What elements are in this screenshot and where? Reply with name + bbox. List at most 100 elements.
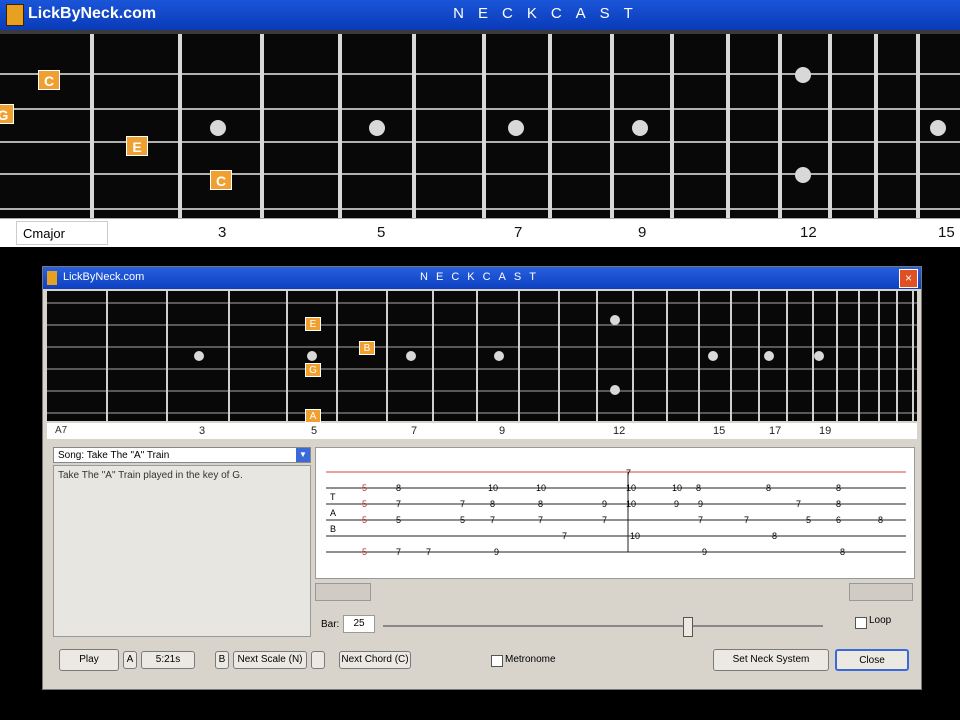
play-button[interactable]: Play	[59, 649, 119, 671]
svg-text:7: 7	[626, 468, 631, 478]
svg-text:8: 8	[396, 483, 401, 493]
stop-button[interactable]: 5:21s	[141, 651, 195, 669]
tab-clef-a: A	[330, 508, 336, 518]
svg-text:5: 5	[460, 515, 465, 525]
inlay-dot	[632, 120, 648, 136]
svg-text:8: 8	[766, 483, 771, 493]
note-marker[interactable]: E	[126, 136, 148, 156]
svg-text:7: 7	[426, 547, 431, 557]
note-marker[interactable]: C	[210, 170, 232, 190]
song-label: Song:	[58, 450, 85, 461]
svg-text:9: 9	[674, 499, 679, 509]
tempo-slider-track[interactable]	[383, 625, 823, 627]
fret-number: 17	[769, 425, 782, 437]
svg-text:7: 7	[396, 499, 401, 509]
svg-text:10: 10	[630, 531, 640, 541]
inlay-dot	[508, 120, 524, 136]
note-marker[interactable]: C	[38, 70, 60, 90]
chord-name-display: A7	[55, 425, 68, 436]
svg-text:9: 9	[494, 547, 499, 557]
svg-text:8: 8	[836, 483, 841, 493]
inlay-dot	[369, 120, 385, 136]
next-chord-button[interactable]: Next Chord (C)	[339, 651, 411, 669]
tab-clef-b: B	[330, 524, 336, 534]
svg-text:8: 8	[490, 499, 495, 509]
top-fretboard-graphic	[0, 34, 960, 222]
svg-text:7: 7	[796, 499, 801, 509]
small-a-button[interactable]: A	[123, 651, 137, 669]
fret-number: 9	[638, 224, 647, 241]
small-b-button[interactable]: B	[215, 651, 229, 669]
svg-text:5: 5	[362, 515, 367, 525]
svg-text:6: 6	[836, 515, 841, 525]
tab-clef-t: T	[330, 492, 336, 502]
loop-label: Loop	[869, 615, 892, 626]
fret-number: 3	[218, 224, 227, 241]
next-scale-button[interactable]: Next Scale (N)	[233, 651, 307, 669]
svg-text:7: 7	[460, 499, 465, 509]
note-marker[interactable]: A	[305, 409, 321, 423]
svg-text:5: 5	[362, 483, 367, 493]
svg-text:5: 5	[362, 499, 367, 509]
top-fret-number-bar: Cmajor 3 5 7 9 12 15	[0, 218, 960, 247]
svg-text:7: 7	[538, 515, 543, 525]
svg-text:8: 8	[840, 547, 845, 557]
neckcast-window: LickByNeck.com NECKCAST × E G B A A7 3 5…	[42, 266, 922, 690]
fret-number: 12	[613, 425, 626, 437]
speed-label: Bar:	[321, 619, 340, 630]
svg-text:8: 8	[772, 531, 777, 541]
metronome-checkbox[interactable]	[491, 655, 503, 667]
svg-text:10: 10	[672, 483, 682, 493]
svg-text:7: 7	[602, 515, 607, 525]
close-button[interactable]: Close	[835, 649, 909, 671]
window-fret-number-bar: A7 3 5 7 9 12 15 17 19	[47, 423, 917, 439]
fret-number: 5	[377, 224, 386, 241]
set-neck-system-button[interactable]: Set Neck System	[713, 649, 829, 671]
loop-checkbox[interactable]	[855, 617, 867, 629]
top-fretboard[interactable]: C E C G	[0, 30, 960, 222]
fret-number: 7	[514, 224, 523, 241]
window-title-bar[interactable]: LickByNeck.com NECKCAST ×	[43, 267, 921, 289]
scale-select[interactable]	[315, 583, 371, 601]
svg-text:8: 8	[836, 499, 841, 509]
svg-text:5: 5	[806, 515, 811, 525]
song-value: Take The "A" Train	[86, 450, 170, 461]
close-icon[interactable]: ×	[899, 269, 918, 288]
note-marker[interactable]: G	[305, 363, 321, 377]
inlay-dot	[795, 167, 811, 183]
song-select[interactable]: Song: Take The "A" Train ▼	[53, 447, 311, 463]
svg-text:5: 5	[362, 547, 367, 557]
svg-text:10: 10	[626, 499, 636, 509]
chevron-down-icon[interactable]: ▼	[296, 448, 310, 462]
svg-text:9: 9	[602, 499, 607, 509]
tablature-view[interactable]: T A B 5 5 5 5 8757 7 75 10 8 7 9 10 8 7 7 97 …	[315, 447, 915, 579]
note-marker[interactable]: G	[0, 104, 14, 124]
speed-input[interactable]: 25	[343, 615, 375, 633]
svg-text:7: 7	[490, 515, 495, 525]
note-marker[interactable]: B	[359, 341, 375, 355]
top-title-bar: LickByNeck.com NECKCAST	[0, 0, 960, 30]
svg-text:10: 10	[626, 483, 636, 493]
fret-number: 3	[199, 425, 206, 437]
inlay-dot	[930, 120, 946, 136]
svg-text:7: 7	[562, 531, 567, 541]
tempo-slider-handle[interactable]	[683, 617, 693, 637]
fret-number: 9	[499, 425, 506, 437]
fret-number: 5	[311, 425, 318, 437]
note-marker[interactable]: E	[305, 317, 321, 331]
svg-text:8: 8	[696, 483, 701, 493]
top-brand-title: NECKCAST	[453, 5, 647, 22]
svg-text:9: 9	[702, 547, 707, 557]
next-scale-shortcut[interactable]	[311, 651, 325, 669]
svg-text:8: 8	[538, 499, 543, 509]
svg-text:7: 7	[396, 547, 401, 557]
svg-text:7: 7	[698, 515, 703, 525]
fret-number: 15	[713, 425, 726, 437]
svg-text:5: 5	[396, 515, 401, 525]
svg-text:10: 10	[488, 483, 498, 493]
position-select[interactable]	[849, 583, 913, 601]
svg-text:8: 8	[878, 515, 883, 525]
window-fretboard[interactable]: E G B A	[47, 291, 917, 423]
inlay-dot	[795, 67, 811, 83]
svg-text:7: 7	[744, 515, 749, 525]
